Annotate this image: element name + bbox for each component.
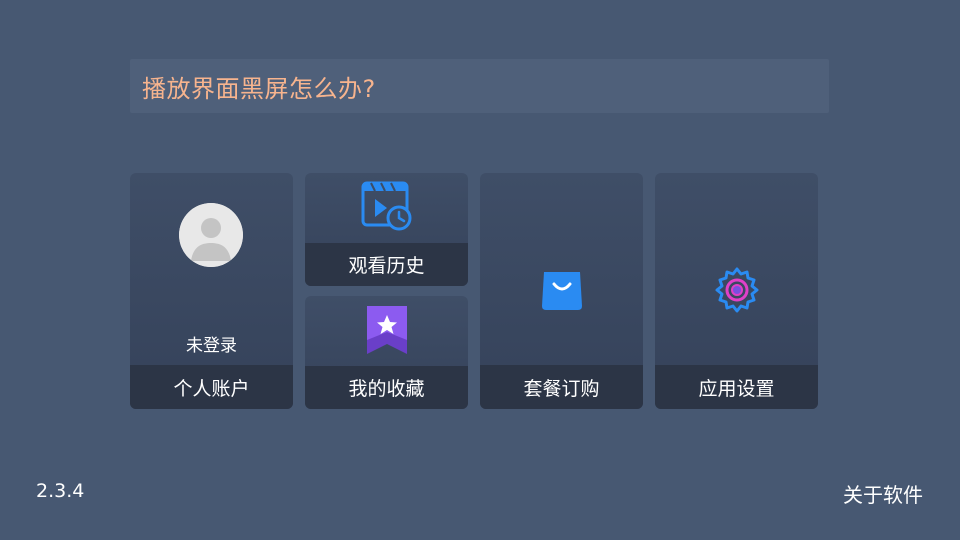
- faq-banner[interactable]: 播放界面黑屏怎么办?: [130, 59, 829, 113]
- package-purchase-tile[interactable]: 套餐订购: [480, 173, 643, 409]
- watch-history-tile[interactable]: 观看历史: [305, 173, 468, 286]
- login-status: 未登录: [186, 336, 237, 356]
- app-settings-tile[interactable]: 应用设置: [655, 173, 818, 409]
- about-software-link[interactable]: 关于软件: [843, 479, 923, 508]
- settings-label: 应用设置: [655, 365, 818, 409]
- history-label: 观看历史: [305, 243, 468, 286]
- version-number: 2.3.4: [36, 480, 85, 502]
- packages-label: 套餐订购: [480, 365, 643, 409]
- favorites-tile[interactable]: 我的收藏: [305, 296, 468, 409]
- favorite-star-icon: [363, 304, 411, 356]
- avatar-icon: [179, 203, 243, 267]
- account-tile[interactable]: 未登录 个人账户: [130, 173, 293, 409]
- favorites-label: 我的收藏: [305, 366, 468, 409]
- shopping-bag-icon: [540, 268, 584, 312]
- account-label: 个人账户: [130, 365, 293, 409]
- history-icon: [361, 181, 413, 233]
- settings-gear-icon: [713, 266, 761, 314]
